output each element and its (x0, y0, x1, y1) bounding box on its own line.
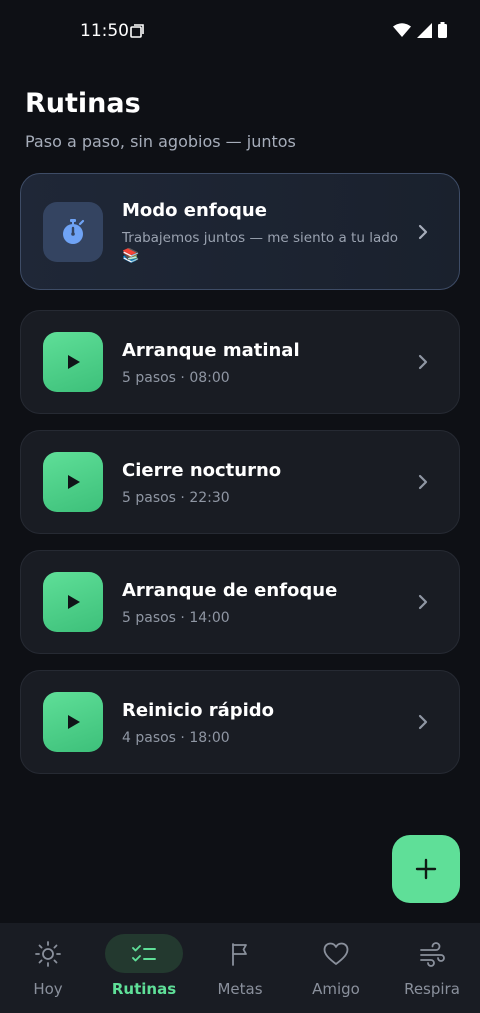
battery-icon (438, 22, 447, 38)
routine-subtitle: 5 pasos · 08:00 (122, 370, 230, 386)
chevron-right-icon (418, 594, 428, 610)
heart-icon (323, 942, 349, 965)
play-icon (68, 715, 80, 729)
status-bar: 11:50 (0, 0, 480, 62)
nav-label: Amigo (312, 980, 360, 998)
routine-subtitle: 5 pasos · 14:00 (122, 610, 230, 626)
play-button[interactable] (43, 692, 103, 752)
checklist-icon (132, 944, 156, 961)
wind-icon (420, 941, 445, 967)
bottom-nav: Hoy Rutinas Metas Amigo Respira (0, 923, 480, 1013)
nav-icon-container (297, 934, 375, 973)
sun-icon (35, 940, 61, 967)
plus-icon (415, 858, 437, 880)
routine-subtitle: 4 pasos · 18:00 (122, 730, 230, 746)
flag-icon (232, 942, 247, 966)
chevron-right-icon (418, 354, 428, 370)
nav-icon-container (9, 934, 87, 973)
focus-icon-tile (43, 202, 103, 262)
play-button[interactable] (43, 332, 103, 392)
nav-item-metas[interactable]: Metas (192, 923, 288, 1013)
nav-label: Hoy (33, 980, 63, 998)
play-icon (68, 355, 80, 369)
chevron-right-icon (418, 224, 428, 240)
focus-mode-card[interactable]: Modo enfoque Trabajemos juntos — me sien… (20, 173, 460, 290)
screenshot-indicator-icon (130, 24, 144, 38)
routine-card[interactable]: Arranque de enfoque 5 pasos · 14:00 (20, 550, 460, 654)
stopwatch-icon (63, 219, 85, 244)
nav-label: Respira (404, 980, 460, 998)
nav-item-hoy[interactable]: Hoy (0, 923, 96, 1013)
focus-card-title: Modo enfoque (122, 200, 267, 221)
nav-icon-container (201, 934, 279, 973)
play-icon (68, 595, 80, 609)
status-time: 11:50 (80, 21, 129, 41)
page-subtitle: Paso a paso, sin agobios — juntos (25, 132, 296, 151)
nav-item-amigo[interactable]: Amigo (288, 923, 384, 1013)
routine-card[interactable]: Cierre nocturno 5 pasos · 22:30 (20, 430, 460, 534)
routine-card[interactable]: Arranque matinal 5 pasos · 08:00 (20, 310, 460, 414)
add-routine-button[interactable] (392, 835, 460, 903)
routine-title: Reinicio rápido (122, 700, 275, 721)
routines-screen: 11:50 Rutinas Paso a paso, sin agobios —… (0, 0, 480, 1013)
routine-title: Arranque matinal (122, 340, 300, 361)
chevron-right-icon (418, 714, 428, 730)
play-button[interactable] (43, 452, 103, 512)
books-emoji: 📚 (122, 248, 140, 264)
nav-label: Metas (217, 980, 263, 998)
routine-title: Arranque de enfoque (122, 580, 338, 601)
play-icon (68, 475, 80, 489)
nav-icon-container (105, 934, 183, 973)
nav-item-respira[interactable]: Respira (384, 923, 480, 1013)
routine-subtitle: 5 pasos · 22:30 (122, 490, 230, 506)
nav-icon-container (393, 934, 471, 973)
status-icons (393, 22, 447, 38)
page-title: Rutinas (25, 88, 141, 119)
routine-card[interactable]: Reinicio rápido 4 pasos · 18:00 (20, 670, 460, 774)
wifi-icon (393, 23, 411, 37)
nav-label: Rutinas (111, 980, 177, 998)
play-button[interactable] (43, 572, 103, 632)
focus-card-subtitle: Trabajemos juntos — me siento a tu lado (122, 230, 399, 246)
nav-item-rutinas[interactable]: Rutinas (96, 923, 192, 1013)
routine-title: Cierre nocturno (122, 460, 282, 481)
signal-icon (417, 22, 432, 38)
chevron-right-icon (418, 474, 428, 490)
